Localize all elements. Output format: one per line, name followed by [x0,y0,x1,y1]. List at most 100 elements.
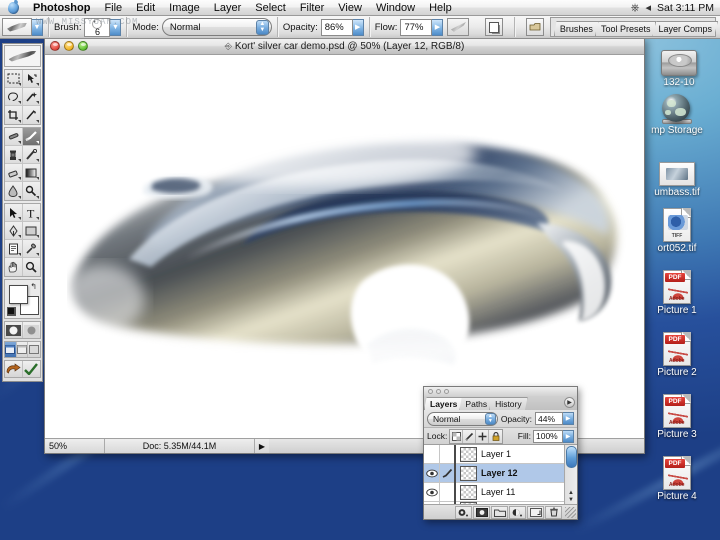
layers-list[interactable]: Layer 1 Layer 12 Layer 11 ▲ ▼ [424,445,577,504]
dock-tab-tool-presets[interactable]: Tool Presets [594,21,657,36]
eraser-tool-icon[interactable] [5,164,23,182]
palette-minimize-button[interactable] [436,389,441,394]
layer-link-toggle[interactable] [440,482,456,502]
healing-brush-tool-icon[interactable] [5,128,23,146]
lock-image-icon[interactable] [463,429,477,443]
menu-item-view[interactable]: View [331,0,369,16]
layer-thumbnail[interactable] [460,484,477,500]
palette-menu-icon[interactable]: ▶ [564,397,575,408]
opacity-slider-arrow-icon[interactable]: ▶ [352,18,364,36]
pen-tool-icon[interactable] [5,222,23,240]
screen-mode-group[interactable] [4,341,41,358]
full-screen-menubar-mode-icon[interactable] [16,342,29,357]
new-group-button[interactable] [491,505,508,519]
zoom-tool-icon[interactable] [22,258,40,276]
new-layer-button[interactable] [527,505,544,519]
layer-name[interactable]: Layer 11 [481,487,515,497]
foreground-color-swatch[interactable] [9,285,28,304]
table-row[interactable]: Layer 11 [424,482,564,502]
layer-opacity-input[interactable]: 44% [535,412,563,425]
color-swatches[interactable]: ↰ [4,279,41,319]
layer-link-toggle[interactable] [440,445,456,464]
menu-item-window[interactable]: Window [369,0,422,16]
layer-link-toggle[interactable] [440,463,456,483]
slice-tool-icon[interactable] [22,106,40,124]
current-tool-preset-picker[interactable]: ▼ [2,18,43,36]
menu-item-filter[interactable]: Filter [293,0,331,16]
menu-item-edit[interactable]: Edit [129,0,162,16]
delete-layer-button[interactable] [545,505,562,519]
magic-wand-tool-icon[interactable] [22,88,40,106]
blend-and-opacity-row[interactable]: Normal ▲ ▼ Opacity: 44% ▶ [424,410,577,428]
layer-name[interactable]: Layer 12 [481,468,518,478]
tool-preset-popup-arrow-icon[interactable]: ▼ [32,18,43,36]
table-row-partial[interactable] [424,501,564,504]
eyedropper-tool-icon[interactable] [22,240,40,258]
layer-thumbnail[interactable] [460,446,477,462]
desktop-icon-picture-1[interactable]: PDF Adobe Picture 1 [638,268,716,316]
menu-item-select[interactable]: Select [248,0,293,16]
lock-all-icon[interactable] [489,429,503,443]
layers-palette-buttons[interactable] [424,504,577,519]
new-adjustment-layer-button[interactable] [509,505,526,519]
layer-visibility-toggle[interactable] [424,482,440,502]
scrollbar-thumb[interactable] [565,446,577,468]
palette-zoom-button[interactable] [444,389,449,394]
lock-transparency-icon[interactable] [450,429,464,443]
layer-visibility-toggle[interactable] [424,501,440,504]
history-brush-tool-icon[interactable] [22,146,40,164]
tab-history[interactable]: History [489,397,528,410]
layer-visibility-toggle[interactable] [424,445,440,464]
document-titlebar[interactable]: ⎆ Kort' silver car demo.psd @ 50% (Layer … [45,38,644,55]
add-layer-mask-button[interactable] [473,505,490,519]
shape-tool-icon[interactable] [22,222,40,240]
flow-slider-arrow-icon[interactable]: ▶ [432,18,444,36]
hand-tool-icon[interactable] [5,258,23,276]
apple-logo-icon[interactable] [0,1,26,14]
quick-mask-mode-icon[interactable] [22,322,40,338]
canvas-area[interactable] [45,55,644,438]
layer-blend-mode-select[interactable]: Normal ▲ ▼ [427,411,498,426]
minimize-button[interactable] [64,41,74,51]
default-colors-icon[interactable] [7,307,16,316]
table-row[interactable]: Layer 1 [424,445,564,464]
crop-tool-icon[interactable] [5,106,23,124]
menu-item-file[interactable]: File [97,0,129,16]
mask-mode-group[interactable] [4,321,41,339]
tab-layers[interactable]: Layers [424,397,464,410]
jump-to-imageready-icon[interactable] [5,361,23,377]
status-popup-arrow-icon[interactable]: ▶ [255,442,269,451]
airbrush-toggle-icon[interactable] [447,18,470,36]
zoom-level-field[interactable]: 50% [45,439,105,453]
menu-bar-clock[interactable]: Sat 3:11 PM [657,0,714,16]
clone-stamp-tool-icon[interactable] [5,146,23,164]
dock-tab-layer-comps[interactable]: Layer Comps [652,21,718,36]
palette-tab-strip[interactable]: Layers Paths History ▶ [424,396,577,410]
gradient-tool-icon[interactable] [22,164,40,182]
menu-item-photoshop[interactable]: Photoshop [26,0,97,16]
desktop-icon-picture-3[interactable]: PDF Adobe Picture 3 [638,392,716,440]
file-browser-toggle-icon[interactable] [484,18,503,36]
jump-to-group[interactable] [4,360,41,378]
dodge-tool-icon[interactable] [22,182,40,200]
layers-scrollbar[interactable]: ▲ ▼ [564,445,577,504]
lasso-tool-icon[interactable] [5,88,23,106]
standard-screen-mode-icon[interactable] [5,342,17,357]
opacity-input[interactable]: 86% [320,18,353,36]
zoom-button[interactable] [78,41,88,51]
scroll-down-arrow-icon[interactable]: ▼ [568,497,574,504]
blur-tool-icon[interactable] [5,182,23,200]
volume-icon[interactable]: ◂ [645,0,651,16]
standard-mode-icon[interactable] [5,322,23,338]
desktop-icon-network-storage[interactable]: mp Storage [638,88,716,136]
tool-options-bar[interactable]: ▼ Brush: • 6 ▼ Mode: Normal ▲ ▼ Opacity: … [0,16,720,39]
tool-group-selection[interactable] [4,69,41,125]
menu-item-help[interactable]: Help [422,0,459,16]
full-screen-mode-icon[interactable] [28,342,40,357]
palette-close-button[interactable] [428,389,433,394]
marquee-tool-icon[interactable] [5,70,23,88]
edit-in-other-app-icon[interactable] [22,361,40,377]
desktop-icon-picture-2[interactable]: PDF Adobe Picture 2 [638,330,716,378]
type-tool-icon[interactable]: T [22,204,40,222]
table-row[interactable]: Layer 12 [424,463,564,483]
